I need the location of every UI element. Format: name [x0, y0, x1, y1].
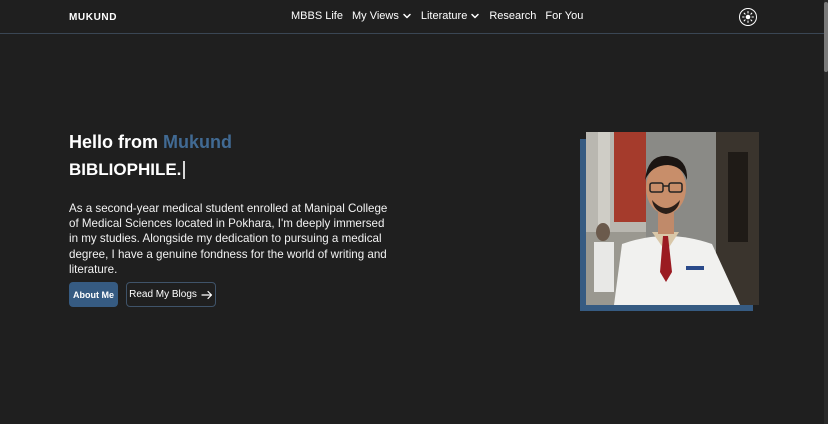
intro-paragraph: As a second-year medical student enrolle…	[69, 202, 388, 276]
about-me-button[interactable]: About Me	[69, 282, 118, 307]
hero-heading: Hello from Mukund	[69, 132, 232, 153]
theme-toggle-button[interactable]	[739, 8, 757, 26]
main-nav: MBBS Life My Views Literature Research F…	[291, 10, 583, 22]
typed-role: BIBLIOPHILE.	[69, 160, 186, 180]
brand-logo[interactable]: MUKUND	[69, 12, 117, 23]
hero-name: Mukund	[163, 132, 233, 152]
greeting-text: Hello from	[69, 132, 159, 152]
nav-label: Research	[489, 10, 537, 22]
read-blogs-label: Read My Blogs	[129, 289, 197, 300]
read-blogs-button[interactable]: Read My Blogs	[126, 282, 216, 307]
nav-item-for-you[interactable]: For You	[545, 10, 583, 22]
nav-label: Literature	[420, 10, 468, 22]
profile-photo	[586, 132, 759, 305]
arrow-right-icon	[201, 290, 213, 299]
sun-icon	[742, 11, 754, 23]
typing-cursor	[183, 161, 186, 179]
profile-photo-illustration	[586, 132, 759, 305]
site-header: MUKUND MBBS Life My Views Literature Res…	[0, 0, 828, 34]
typed-word: BIBLIOPHILE.	[69, 160, 182, 179]
nav-label: My Views	[351, 10, 399, 22]
nav-item-research[interactable]: Research	[489, 10, 536, 22]
nav-label: MBBS Life	[291, 10, 343, 22]
nav-label: For You	[545, 10, 584, 22]
scrollbar-thumb[interactable]	[824, 2, 828, 72]
chevron-down-icon	[403, 13, 411, 19]
nav-item-mbbs-life[interactable]: MBBS Life	[291, 10, 343, 22]
nav-item-my-views[interactable]: My Views	[352, 10, 412, 22]
nav-item-literature[interactable]: Literature	[421, 10, 480, 22]
chevron-down-icon	[471, 13, 480, 19]
